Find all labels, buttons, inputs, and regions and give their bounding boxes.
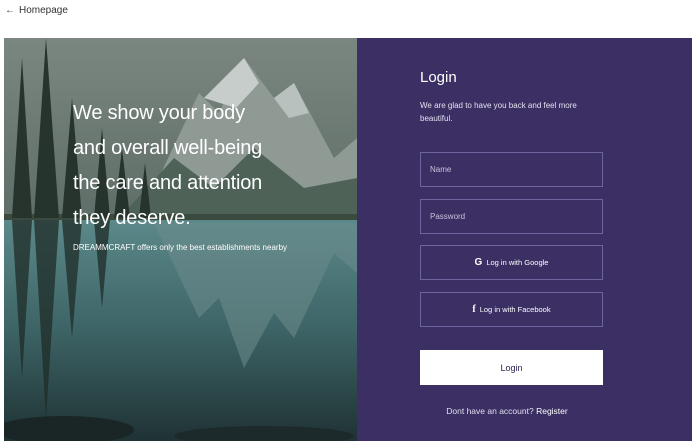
register-prompt: Dont have an account? bbox=[446, 406, 534, 416]
hero-headline: We show your body and overall well-being… bbox=[73, 102, 263, 229]
google-login-button[interactable]: G Log in with Google bbox=[420, 245, 603, 280]
name-field[interactable] bbox=[420, 152, 603, 187]
google-login-label: Log in with Google bbox=[486, 258, 549, 267]
login-submit-button[interactable]: Login bbox=[420, 350, 603, 385]
login-title: Login bbox=[420, 69, 457, 86]
login-page: ← Homepage We show your body and overall… bbox=[0, 0, 692, 445]
password-field[interactable] bbox=[420, 199, 603, 234]
hero-image-panel: We show your body and overall well-being… bbox=[4, 38, 357, 441]
back-to-homepage-link[interactable]: ← Homepage bbox=[5, 5, 68, 16]
register-link[interactable]: Register bbox=[536, 406, 568, 416]
facebook-icon: f bbox=[472, 304, 476, 315]
google-icon: G bbox=[474, 257, 483, 268]
hero-copy: We show your body and overall well-being… bbox=[73, 96, 288, 253]
back-link-label: Homepage bbox=[19, 5, 68, 16]
facebook-login-label: Log in with Facebook bbox=[479, 305, 551, 314]
password-input[interactable] bbox=[430, 212, 602, 221]
register-prompt-line: Dont have an account? Register bbox=[357, 406, 657, 416]
name-input[interactable] bbox=[430, 165, 602, 174]
facebook-login-button[interactable]: f Log in with Facebook bbox=[420, 292, 603, 327]
hero-subtitle: DREAMMCRAFT offers only the best establi… bbox=[73, 243, 288, 252]
login-subtitle: We are glad to have you back and feel mo… bbox=[420, 101, 577, 123]
login-panel: Login We are glad to have you back and f… bbox=[357, 38, 692, 441]
left-arrow-icon: ← bbox=[5, 5, 15, 16]
